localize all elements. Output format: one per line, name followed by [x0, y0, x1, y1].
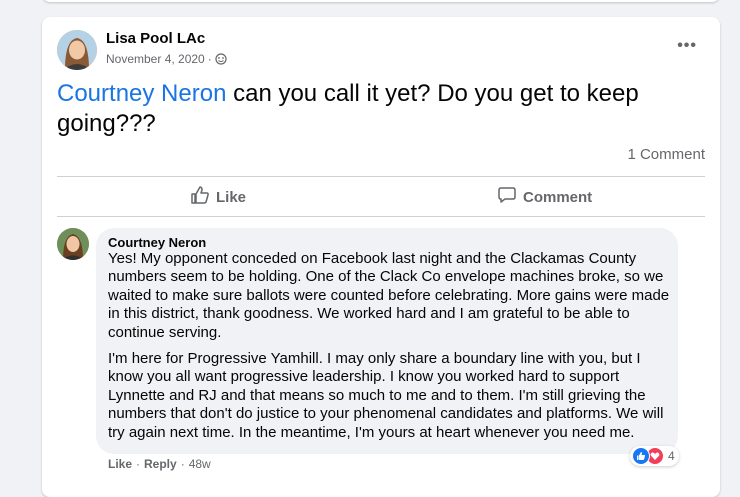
post-author-name[interactable]: Lisa Pool LAc	[106, 30, 205, 47]
post-date[interactable]: November 4, 2020	[106, 52, 205, 66]
thumbs-up-icon	[190, 185, 210, 209]
previous-post-card	[42, 0, 720, 2]
comment-label: Comment	[523, 188, 593, 206]
meta-separator: ·	[207, 52, 212, 66]
reaction-count: 4	[668, 449, 675, 463]
post-author-avatar[interactable]	[57, 30, 97, 70]
comment-paragraph: Yes! My opponent conceded on Facebook la…	[108, 250, 670, 341]
like-button[interactable]: Like	[190, 185, 246, 209]
comment-author-avatar[interactable]	[57, 228, 89, 260]
divider-bottom	[57, 216, 705, 217]
more-options-icon[interactable]: •••	[677, 37, 697, 55]
comment-actions: Like · Reply · 48w	[108, 457, 211, 471]
post-text: Courtney Neron can you call it yet? Do y…	[57, 79, 697, 139]
globe-icon[interactable]	[215, 53, 227, 65]
comment-paragraph: I'm here for Progressive Yamhill. I may …	[108, 350, 664, 441]
like-reaction-icon	[632, 447, 650, 465]
comment-bubble-icon	[497, 185, 517, 209]
divider-top	[57, 176, 705, 177]
comment-author-name[interactable]: Courtney Neron	[108, 235, 206, 250]
post-meta: November 4, 2020 ·	[106, 52, 227, 66]
comment-reply-link[interactable]: Reply	[144, 457, 177, 471]
comment-button[interactable]: Comment	[497, 185, 592, 209]
comment-bubble: Courtney Neron Yes! My opponent conceded…	[96, 228, 678, 454]
actions-separator: ·	[136, 457, 141, 471]
actions-separator: ·	[180, 457, 185, 471]
mention-link[interactable]: Courtney Neron	[57, 80, 226, 107]
comment-age[interactable]: 48w	[189, 457, 211, 471]
reaction-summary[interactable]: 4	[630, 446, 679, 466]
post-card: Lisa Pool LAc November 4, 2020 · ••• Cou…	[42, 17, 720, 497]
comment-count[interactable]: 1 Comment	[627, 146, 705, 163]
comment-like-link[interactable]: Like	[108, 457, 132, 471]
like-label: Like	[216, 188, 247, 206]
comment-body: Yes! My opponent conceded on Facebook la…	[108, 250, 670, 450]
